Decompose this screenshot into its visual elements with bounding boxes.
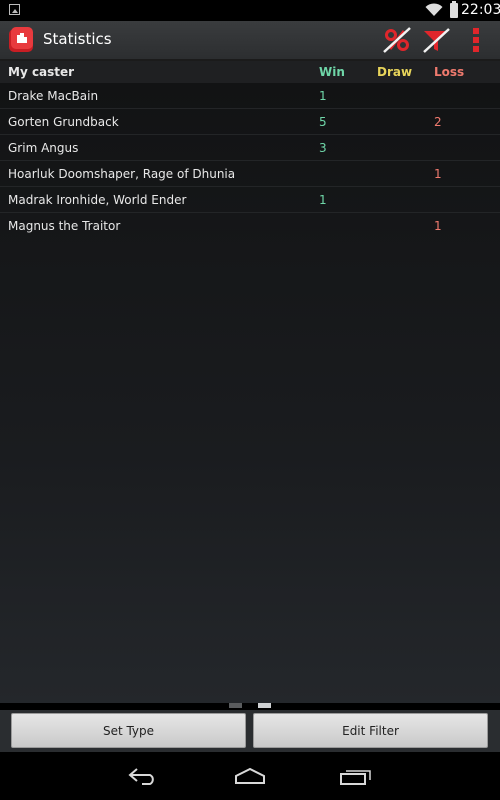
- recent-apps-button[interactable]: [336, 760, 376, 792]
- battery-icon: [450, 1, 458, 18]
- page-title: Statistics: [43, 30, 112, 48]
- gallery-notification-icon: [9, 4, 20, 15]
- filter-toggle-button[interactable]: [416, 21, 456, 59]
- home-icon: [235, 767, 265, 784]
- caster-name: Grim Angus: [8, 141, 79, 155]
- bottom-button-bar: Set Type Edit Filter: [0, 710, 500, 752]
- percent-toggle-button[interactable]: [377, 21, 417, 59]
- caster-name: Gorten Grundback: [8, 115, 119, 129]
- column-header-caster[interactable]: My caster: [8, 65, 74, 79]
- table-row[interactable]: Hoarluk Doomshaper, Rage of Dhunia 1: [0, 161, 500, 187]
- recent-apps-icon: [340, 770, 371, 785]
- clock: 22:03: [461, 2, 500, 18]
- table-row[interactable]: Drake MacBain 1: [0, 83, 500, 109]
- win-count: 1: [319, 193, 327, 207]
- table-row[interactable]: Gorten Grundback 5 2: [0, 109, 500, 135]
- wifi-icon: [425, 3, 443, 16]
- navigation-bar: [0, 752, 500, 800]
- overflow-menu-button[interactable]: [457, 21, 495, 59]
- page-indicator-1[interactable]: [229, 703, 242, 708]
- table-row[interactable]: Grim Angus 3: [0, 135, 500, 161]
- back-button[interactable]: [124, 760, 164, 792]
- status-bar: 22:03: [0, 0, 500, 21]
- column-header-loss[interactable]: Loss: [434, 65, 464, 79]
- column-header-draw[interactable]: Draw: [377, 65, 412, 79]
- stats-list[interactable]: Drake MacBain 1 Gorten Grundback 5 2 Gri…: [0, 83, 500, 703]
- caster-name: Magnus the Traitor: [8, 219, 121, 233]
- page-indicator-2-active[interactable]: [258, 703, 271, 708]
- filter-off-icon: [423, 28, 450, 53]
- table-row[interactable]: Madrak Ironhide, World Ender 1: [0, 187, 500, 213]
- table-header: My caster Win Draw Loss: [0, 61, 500, 83]
- back-icon: [128, 768, 154, 785]
- action-bar: Statistics: [0, 21, 500, 61]
- win-count: 3: [319, 141, 327, 155]
- caster-name: Drake MacBain: [8, 89, 99, 103]
- column-header-win[interactable]: Win: [319, 65, 345, 79]
- overflow-menu-icon: [473, 28, 479, 52]
- set-type-button[interactable]: Set Type: [11, 713, 246, 748]
- loss-count: 1: [434, 219, 442, 233]
- win-count: 1: [319, 89, 327, 103]
- loss-count: 1: [434, 167, 442, 181]
- home-button[interactable]: [230, 760, 270, 792]
- app-logo-icon[interactable]: [6, 25, 36, 55]
- loss-count: 2: [434, 115, 442, 129]
- table-row[interactable]: Magnus the Traitor 1: [0, 213, 500, 238]
- caster-name: Hoarluk Doomshaper, Rage of Dhunia: [8, 167, 236, 181]
- percent-off-icon: [383, 27, 411, 53]
- win-count: 5: [319, 115, 327, 129]
- edit-filter-button[interactable]: Edit Filter: [253, 713, 488, 748]
- caster-name: Madrak Ironhide, World Ender: [8, 193, 187, 207]
